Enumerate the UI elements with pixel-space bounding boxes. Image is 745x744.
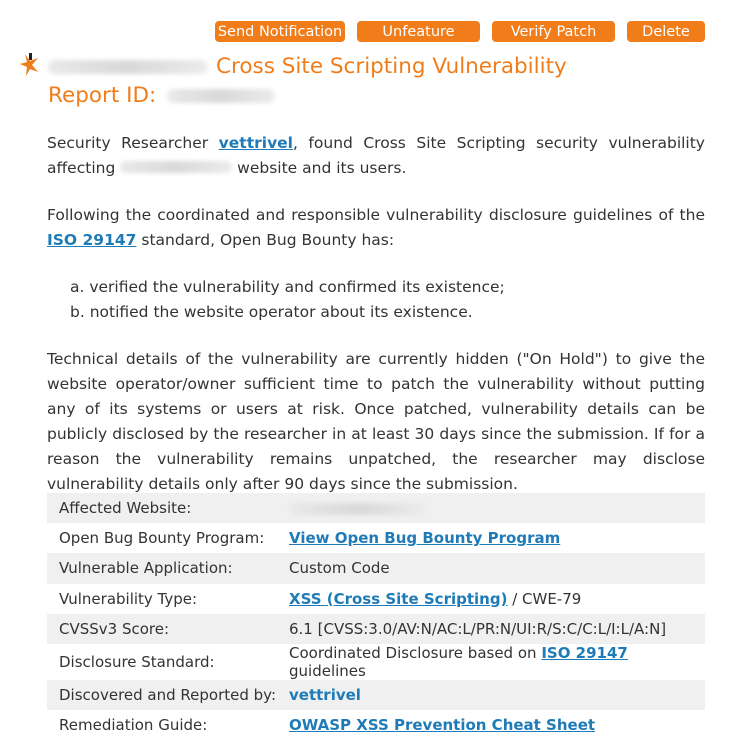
verify-patch-button[interactable]: Verify Patch <box>492 21 615 42</box>
cwe-text: / CWE-79 <box>507 589 582 608</box>
report-actions-bar: Send Notification Unfeature Verify Patch… <box>0 21 745 43</box>
program-label: Open Bug Bounty Program: <box>59 529 265 548</box>
title-line: Cross Site Scripting Vulnerability <box>48 52 728 81</box>
researcher-link[interactable]: vettrivel <box>219 134 293 152</box>
cvss-value: 6.1 [CVSS:3.0/AV:N/AC:L/PR:N/UI:R/S:C/C:… <box>289 613 705 644</box>
p2-prefix: Following the coordinated and responsibl… <box>47 206 705 224</box>
table-row: Discovered and Reported by: vettrivel <box>47 679 705 711</box>
redacted-website-link[interactable] <box>120 161 233 173</box>
reporter-link[interactable]: vettrivel <box>289 686 361 704</box>
flag-icon <box>20 53 38 76</box>
send-notification-button[interactable]: Send Notification <box>215 21 345 42</box>
details-table: Affected Website: Open Bug Bounty Progra… <box>47 493 705 740</box>
table-row: Vulnerable Application: Custom Code <box>47 553 705 584</box>
table-row: Remediation Guide: OWASP XSS Prevention … <box>47 710 705 740</box>
app-label: Vulnerable Application: <box>47 553 289 584</box>
standard-label: Disclosure Standard: <box>59 652 215 671</box>
delete-button[interactable]: Delete <box>627 21 705 42</box>
program-link[interactable]: View Open Bug Bounty Program <box>289 529 560 547</box>
report-id-label: Report ID: <box>48 83 157 108</box>
report-title: Cross Site Scripting Vulnerability Repor… <box>48 52 728 110</box>
list-item: a. verified the vulnerability and confir… <box>70 278 505 296</box>
table-row: Open Bug Bounty Program: View Open Bug B… <box>47 523 705 553</box>
p2-suffix: standard, Open Bug Bounty has: <box>136 231 395 249</box>
standard-suffix: guidelines <box>289 661 366 680</box>
redacted-website <box>289 502 427 515</box>
guide-label: Remediation Guide: <box>59 716 208 735</box>
title-suffix: Cross Site Scripting Vulnerability <box>216 54 567 79</box>
iso-link[interactable]: ISO 29147 <box>47 231 136 249</box>
affected-website-label: Affected Website: <box>47 493 289 524</box>
table-row: Vulnerability Type: XSS (Cross Site Scri… <box>47 584 705 614</box>
app-value: Custom Code <box>289 553 705 584</box>
table-row: CVSSv3 Score: 6.1 [CVSS:3.0/AV:N/AC:L/PR… <box>47 613 705 644</box>
report-id-line: Report ID: <box>48 81 728 110</box>
table-row: Disclosure Standard: Coordinated Disclos… <box>47 644 705 680</box>
list-item: b. notified the website operator about i… <box>70 303 473 321</box>
xss-link[interactable]: XSS (Cross Site Scripting) <box>289 590 507 608</box>
reporter-label: Discovered and Reported by: <box>47 679 289 711</box>
cvss-label: CVSSv3 Score: <box>47 613 289 644</box>
action-list: a. verified the vulnerability and confir… <box>47 275 705 325</box>
p1-prefix: Security Researcher <box>47 134 219 152</box>
table-row: Affected Website: <box>47 493 705 524</box>
affected-website-value <box>289 493 705 524</box>
standard-prefix: Coordinated Disclosure based on <box>289 643 542 662</box>
redacted-domain <box>48 60 208 74</box>
p1-suffix: website and its users. <box>232 159 407 177</box>
type-label: Vulnerability Type: <box>59 589 198 608</box>
researcher-paragraph: Security Researcher vettrivel, found Cro… <box>47 131 705 181</box>
guide-link[interactable]: OWASP XSS Prevention Cheat Sheet <box>289 716 595 734</box>
standard-iso-link[interactable]: ISO 29147 <box>541 644 628 662</box>
report-body: Security Researcher vettrivel, found Cro… <box>47 131 705 519</box>
hold-paragraph: Technical details of the vulnerability a… <box>47 350 705 493</box>
standard-paragraph: Following the coordinated and responsibl… <box>47 203 705 253</box>
unfeature-button[interactable]: Unfeature <box>357 21 480 42</box>
redacted-report-id <box>167 89 276 103</box>
